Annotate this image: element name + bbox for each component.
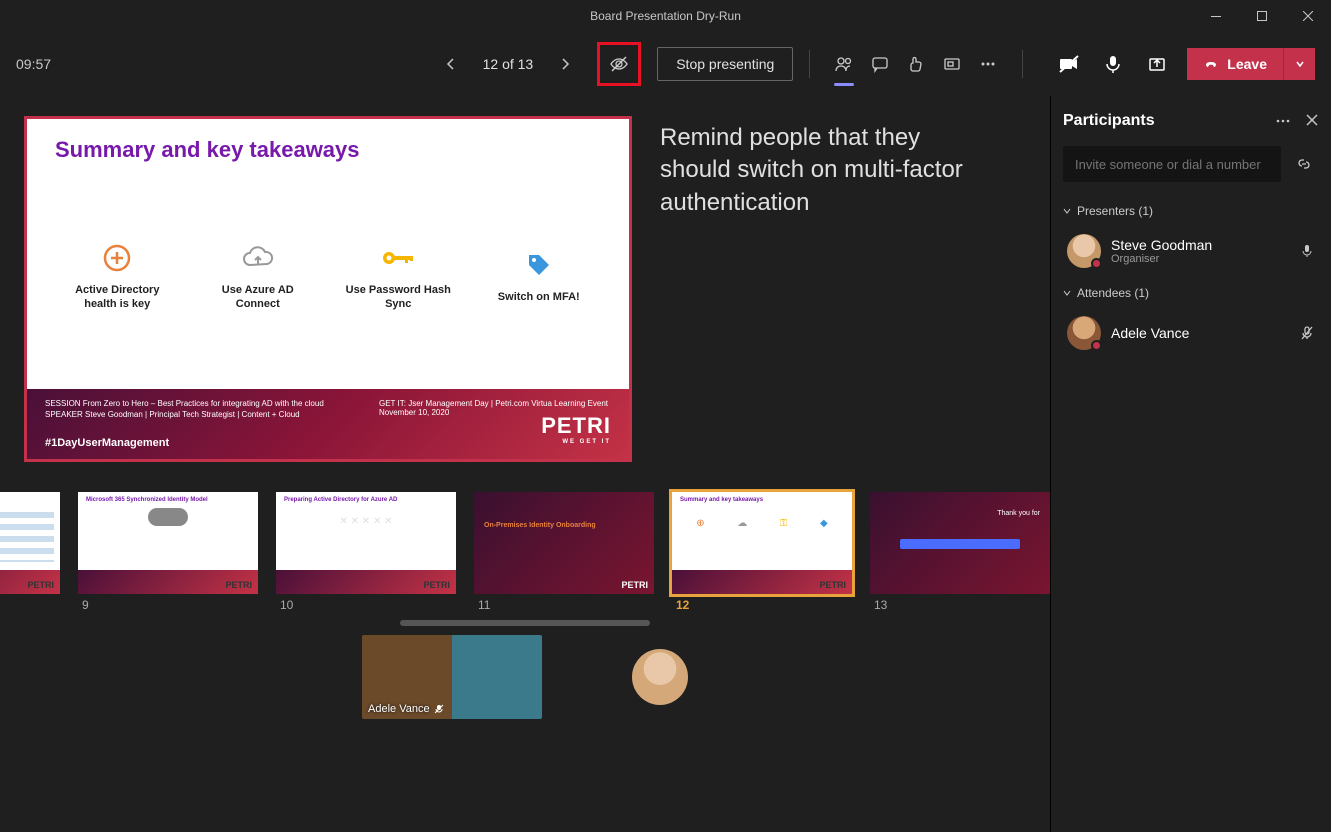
attendees-group-header[interactable]: Attendees (1) [1063,286,1319,300]
presenters-group-header[interactable]: Presenters (1) [1063,204,1319,218]
window-controls [1193,0,1331,32]
toggle-presenter-view-button[interactable] [597,42,641,86]
slide-title: Summary and key takeaways [55,137,601,163]
meeting-toolbar: 09:57 12 of 13 Stop presenting [0,32,1331,96]
leave-menu-button[interactable] [1283,48,1315,80]
thumb-slide[interactable]: nized Identity Models PETRI [0,492,60,594]
takeaway-item: Active Directoryhealth is key [57,241,177,312]
panel-title: Participants [1063,112,1155,130]
presence-badge [1091,258,1102,269]
copy-link-button[interactable] [1289,146,1319,182]
participant-video-tile[interactable]: Adele Vance [362,635,542,719]
camera-button[interactable] [1051,46,1087,82]
plus-circle-icon [57,241,177,275]
participant-name: Steve Goodman [1111,237,1289,253]
presence-badge [1091,340,1102,351]
next-slide-button[interactable] [549,48,581,80]
mic-button[interactable] [1095,46,1131,82]
people-button[interactable] [826,46,862,82]
cloud-icon [198,241,318,275]
divider [809,50,810,78]
participants-panel: Participants Presenters (1) Steve Goodma… [1050,96,1331,832]
thumb-slide[interactable]: On-Premises Identity Onboarding PETRI [474,492,654,594]
takeaway-item: Switch on MFA! [479,248,599,304]
mic-muted-icon[interactable] [1299,325,1315,341]
stop-presenting-button[interactable]: Stop presenting [657,47,793,81]
maximize-button[interactable] [1239,0,1285,32]
chevron-down-icon [1063,207,1071,215]
muted-icon [434,704,444,714]
invite-input[interactable] [1063,146,1281,182]
petri-logo: PETRIWE GET IT [541,413,611,445]
participant-name: Adele Vance [368,703,430,715]
participant-row[interactable]: Adele Vance [1063,308,1319,358]
panel-more-icon[interactable] [1275,113,1291,129]
slide-thumbnails[interactable]: nized Identity Models PETRI Microsoft 36… [0,482,1050,612]
thumb-slide[interactable]: Preparing Active Directory for Azure AD … [276,492,456,594]
more-actions-button[interactable] [970,46,1006,82]
takeaway-item: Use Azure ADConnect [198,241,318,312]
leave-button[interactable]: Leave [1187,48,1283,80]
share-button[interactable] [1139,46,1175,82]
self-avatar[interactable] [632,649,688,705]
title-bar: Board Presentation Dry-Run [0,0,1331,32]
panel-close-icon[interactable] [1305,113,1319,129]
rooms-button[interactable] [934,46,970,82]
takeaway-item: Use Password HashSync [338,241,458,312]
tag-icon [479,248,599,282]
mic-icon[interactable] [1299,243,1315,259]
presenter-notes: Remind people that they should switch on… [660,122,980,219]
thumb-slide-current[interactable]: Summary and key takeaways ⊕☁⚿◆ PETRI [672,492,852,594]
participant-name: Adele Vance [1111,325,1289,341]
avatar [1067,234,1101,268]
slide-nav: 12 of 13 [435,48,582,80]
reactions-button[interactable] [898,46,934,82]
chat-button[interactable] [862,46,898,82]
presenter-stage: Summary and key takeaways Active Directo… [0,96,1050,832]
slide-footer: SESSION From Zero to Hero – Best Practic… [27,389,629,459]
thumb-slide[interactable]: Thank you for [870,492,1050,594]
window-title: Board Presentation Dry-Run [590,9,741,23]
avatar [1067,316,1101,350]
close-button[interactable] [1285,0,1331,32]
meeting-timer: 09:57 [16,56,51,72]
participant-role: Organiser [1111,253,1289,265]
divider [1022,50,1023,78]
current-slide[interactable]: Summary and key takeaways Active Directo… [24,116,632,462]
thumb-slide[interactable]: Microsoft 365 Synchronized Identity Mode… [78,492,258,594]
prev-slide-button[interactable] [435,48,467,80]
participant-row[interactable]: Steve Goodman Organiser [1063,226,1319,276]
leave-label: Leave [1227,56,1267,72]
slide-counter: 12 of 13 [479,56,538,72]
minimize-button[interactable] [1193,0,1239,32]
video-gallery: Adele Vance [0,626,1050,722]
key-icon [338,241,458,275]
chevron-down-icon [1063,289,1071,297]
